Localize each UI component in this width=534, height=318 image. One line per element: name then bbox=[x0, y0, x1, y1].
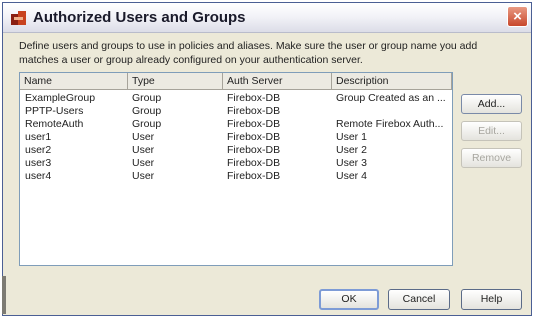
edit-button[interactable]: Edit... bbox=[461, 121, 522, 141]
cell-auth-server: Firebox-DB bbox=[227, 144, 281, 156]
dialog-title: Authorized Users and Groups bbox=[33, 9, 246, 26]
title-bar[interactable]: Authorized Users and Groups × bbox=[3, 3, 531, 33]
cell-description: User 4 bbox=[336, 170, 367, 182]
cell-type: User bbox=[132, 157, 155, 169]
column-header-auth-server[interactable]: Auth Server bbox=[223, 73, 332, 90]
cell-description: Group Created as an ... bbox=[336, 92, 446, 104]
table-row[interactable]: ExampleGroup Group Firebox-DB Group Crea… bbox=[20, 92, 452, 105]
help-button[interactable]: Help bbox=[461, 289, 522, 310]
cell-description: Remote Firebox Auth... bbox=[336, 118, 444, 130]
authorized-users-dialog: Authorized Users and Groups × Define use… bbox=[2, 2, 532, 316]
column-header-name[interactable]: Name bbox=[20, 73, 128, 90]
table-row[interactable]: user2 User Firebox-DB User 2 bbox=[20, 144, 452, 157]
cell-type: Group bbox=[132, 92, 162, 104]
cancel-button[interactable]: Cancel bbox=[388, 289, 450, 310]
cell-description: User 2 bbox=[336, 144, 367, 156]
cell-name: user1 bbox=[25, 131, 52, 143]
table-row[interactable]: user1 User Firebox-DB User 1 bbox=[20, 131, 452, 144]
cell-type: User bbox=[132, 144, 155, 156]
column-header-description[interactable]: Description bbox=[332, 73, 452, 90]
cell-description: User 1 bbox=[336, 131, 367, 143]
table-row[interactable]: user3 User Firebox-DB User 3 bbox=[20, 157, 452, 170]
close-icon[interactable]: × bbox=[507, 6, 528, 27]
cell-name: ExampleGroup bbox=[25, 92, 96, 104]
table-row[interactable]: RemoteAuth Group Firebox-DB Remote Fireb… bbox=[20, 118, 452, 131]
cell-auth-server: Firebox-DB bbox=[227, 105, 281, 117]
remove-button[interactable]: Remove bbox=[461, 148, 522, 168]
add-button[interactable]: Add... bbox=[461, 94, 522, 114]
cell-auth-server: Firebox-DB bbox=[227, 131, 281, 143]
cell-auth-server: Firebox-DB bbox=[227, 92, 281, 104]
cell-name: user2 bbox=[25, 144, 52, 156]
cell-auth-server: Firebox-DB bbox=[227, 118, 281, 130]
table-row[interactable]: user4 User Firebox-DB User 4 bbox=[20, 170, 452, 183]
cell-name: PPTP-Users bbox=[25, 105, 84, 117]
cell-auth-server: Firebox-DB bbox=[227, 157, 281, 169]
ok-button[interactable]: OK bbox=[319, 289, 379, 310]
column-header-type[interactable]: Type bbox=[128, 73, 223, 90]
cell-name: user4 bbox=[25, 170, 52, 182]
users-groups-table[interactable]: Name Type Auth Server Description Exampl… bbox=[19, 72, 453, 266]
cell-description: User 3 bbox=[336, 157, 367, 169]
cell-type: User bbox=[132, 131, 155, 143]
cell-type: Group bbox=[132, 118, 162, 130]
table-header: Name Type Auth Server Description bbox=[20, 73, 452, 90]
cell-name: RemoteAuth bbox=[25, 118, 84, 130]
table-row[interactable]: PPTP-Users Group Firebox-DB bbox=[20, 105, 452, 118]
cell-name: user3 bbox=[25, 157, 52, 169]
cell-auth-server: Firebox-DB bbox=[227, 170, 281, 182]
cell-type: User bbox=[132, 170, 155, 182]
dialog-description: Define users and groups to use in polici… bbox=[19, 40, 478, 66]
cell-type: Group bbox=[132, 105, 162, 117]
firebox-app-icon bbox=[11, 11, 26, 25]
window-edge-shadow bbox=[2, 276, 6, 314]
